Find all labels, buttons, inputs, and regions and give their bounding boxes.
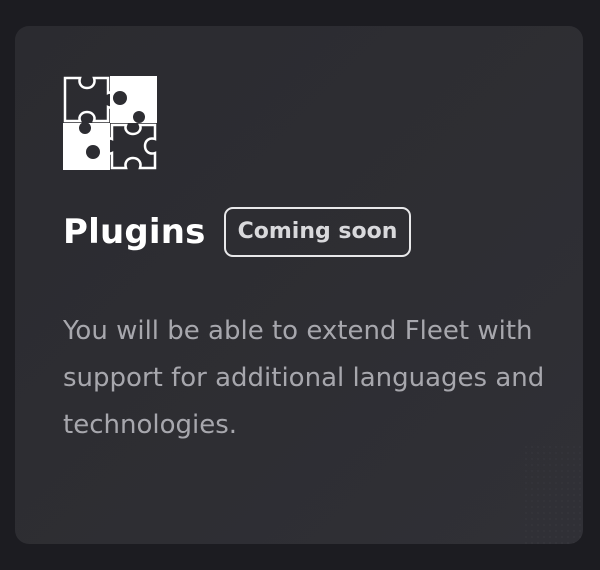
coming-soon-badge: Coming soon: [223, 207, 412, 257]
card-description: You will be able to extend Fleet with su…: [63, 316, 545, 440]
card-title: Plugins: [63, 212, 206, 252]
decorative-dot-pattern: [523, 444, 583, 544]
puzzle-pieces-icon: [63, 76, 157, 170]
plugins-card: Plugins Coming soon You will be able to …: [15, 26, 583, 544]
page: Plugins Coming soon You will be able to …: [0, 0, 600, 570]
title-row: Plugins Coming soon: [63, 206, 412, 258]
